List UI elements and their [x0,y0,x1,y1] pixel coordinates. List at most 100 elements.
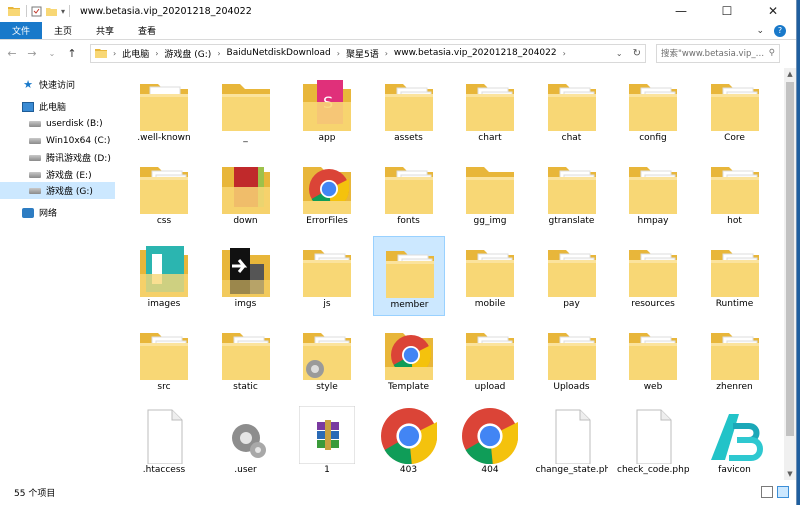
network-icon [22,207,34,218]
file-item[interactable]: style [291,319,363,399]
nav-item-quick-access[interactable]: ★ 快速访问 [0,76,115,93]
file-name: style [316,382,338,392]
maximize-button[interactable]: ☐ [704,0,750,22]
breadcrumb-item[interactable]: BaiduNetdiskDownload [227,48,331,58]
up-button[interactable]: ↑ [64,47,80,60]
file-item[interactable]: chat [536,70,608,150]
file-name: gg_img [473,216,507,226]
address-dropdown-icon[interactable]: ⌄ [616,49,623,58]
file-item[interactable]: config [617,70,689,150]
folder-icon [547,84,596,131]
breadcrumb-item[interactable]: 聚星5语 [346,47,379,60]
file-name: web [643,382,663,392]
file-item[interactable]: resources [617,236,689,316]
file-item[interactable]: images [128,236,200,316]
nav-item-drive-d[interactable]: 腾讯游戏盘 (D:) [0,149,115,166]
file-item[interactable]: 403 [373,402,445,480]
breadcrumb-item[interactable]: 游戏盘 (G:) [164,47,211,60]
file-item[interactable]: js [291,236,363,316]
scroll-down-icon[interactable]: ▼ [784,468,796,480]
file-item[interactable]: gg_img [454,153,526,233]
status-bar: 55 个项目 [0,482,797,502]
file-item[interactable]: favicon [699,402,771,480]
breadcrumb-item[interactable]: www.betasia.vip_20201218_204022 [394,48,557,58]
search-placeholder: 搜索"www.betasia.vip_2020... [661,49,767,59]
file-item[interactable]: pay [536,236,608,316]
address-bar[interactable]: › 此电脑 › 游戏盘 (G:) › BaiduNetdiskDownload … [90,43,646,63]
file-item[interactable]: ErrorFiles [291,153,363,233]
file-item[interactable]: imgs [210,236,282,316]
nav-item-drive-b[interactable]: userdisk (B:) [0,115,115,132]
file-item[interactable]: member [372,236,445,316]
file-item[interactable]: Core [699,70,771,150]
forward-button[interactable]: → [24,47,40,60]
folder-icon [140,333,188,380]
file-item[interactable]: upload [454,319,526,399]
file-item[interactable]: static [210,319,282,399]
recent-locations-icon[interactable]: ⌄ [44,49,60,58]
tab-home[interactable]: 主页 [42,22,84,39]
file-item[interactable]: fonts [373,153,445,233]
file-item[interactable]: .well-known [128,70,200,150]
search-input[interactable]: 搜索"www.betasia.vip_2020... ⚲ [656,43,780,63]
file-item[interactable]: chart [454,70,526,150]
refresh-icon[interactable]: ↻ [633,48,641,59]
file-item[interactable]: Sapp [291,70,363,150]
folder-icon [385,251,434,298]
tab-file[interactable]: 文件 [0,22,43,39]
tab-share[interactable]: 共享 [84,22,126,39]
folder-icon [629,333,677,380]
folder-icon [221,167,270,214]
file-item[interactable]: change_state.ph [536,402,608,480]
scroll-up-icon[interactable]: ▲ [784,68,796,80]
file-item[interactable]: hot [699,153,771,233]
vertical-scrollbar[interactable]: ▲ ▼ [784,68,796,480]
file-item[interactable]: src [128,319,200,399]
ribbon-tabs: 文件 主页 共享 查看 ⌄ ? [0,22,796,40]
back-button[interactable]: ← [4,47,20,60]
file-item[interactable]: web [617,319,689,399]
properties-icon[interactable] [31,6,42,17]
nav-item-this-pc[interactable]: 此电脑 [0,98,115,115]
nav-item-network[interactable]: 网络 [0,204,115,221]
folder-icon [547,167,596,214]
file-item[interactable]: Template [373,319,445,399]
details-view-icon[interactable] [761,486,773,498]
file-item[interactable]: Runtime [699,236,771,316]
file-item[interactable]: 1 [291,402,363,480]
customize-toolbar-icon[interactable]: ▾ [61,7,65,16]
file-item[interactable]: mobile [454,236,526,316]
new-folder-icon[interactable] [46,6,57,17]
file-grid: .well-known _ Sapp assets chart chat config Cor… [128,68,788,480]
nav-item-drive-g[interactable]: 游戏盘 (G:) [0,182,115,199]
large-icons-view-icon[interactable] [777,486,789,498]
minimize-button[interactable]: — [658,0,704,22]
folder-icon [140,167,188,214]
file-name: gtranslate [548,216,595,226]
file-item[interactable]: check_code.php [617,402,689,480]
nav-item-drive-c[interactable]: Win10x64 (C:) [0,132,115,149]
file-name: assets [394,133,423,143]
tab-view[interactable]: 查看 [126,22,168,39]
file-item[interactable]: 404 [454,402,526,480]
file-item[interactable]: down [210,153,282,233]
file-item[interactable]: zhenren [699,319,771,399]
help-icon[interactable]: ? [774,24,786,37]
close-button[interactable]: ✕ [750,0,796,22]
file-item[interactable]: hmpay [617,153,689,233]
file-name: chat [561,133,582,143]
file-icon [555,409,590,464]
file-item[interactable]: assets [373,70,445,150]
file-item[interactable]: Uploads [536,319,608,399]
file-item[interactable]: .htaccess [128,402,200,480]
file-item[interactable]: gtranslate [536,153,608,233]
file-name: fonts [397,216,420,226]
breadcrumb-item[interactable]: 此电脑 [122,47,149,60]
file-item[interactable]: .user [210,402,282,480]
scrollbar-thumb[interactable] [786,82,794,436]
nav-item-drive-e[interactable]: 游戏盘 (E:) [0,166,115,183]
file-item[interactable]: _ [210,70,282,150]
search-icon[interactable]: ⚲ [769,48,775,58]
expand-ribbon-icon[interactable]: ⌄ [756,26,764,36]
file-item[interactable]: css [128,153,200,233]
